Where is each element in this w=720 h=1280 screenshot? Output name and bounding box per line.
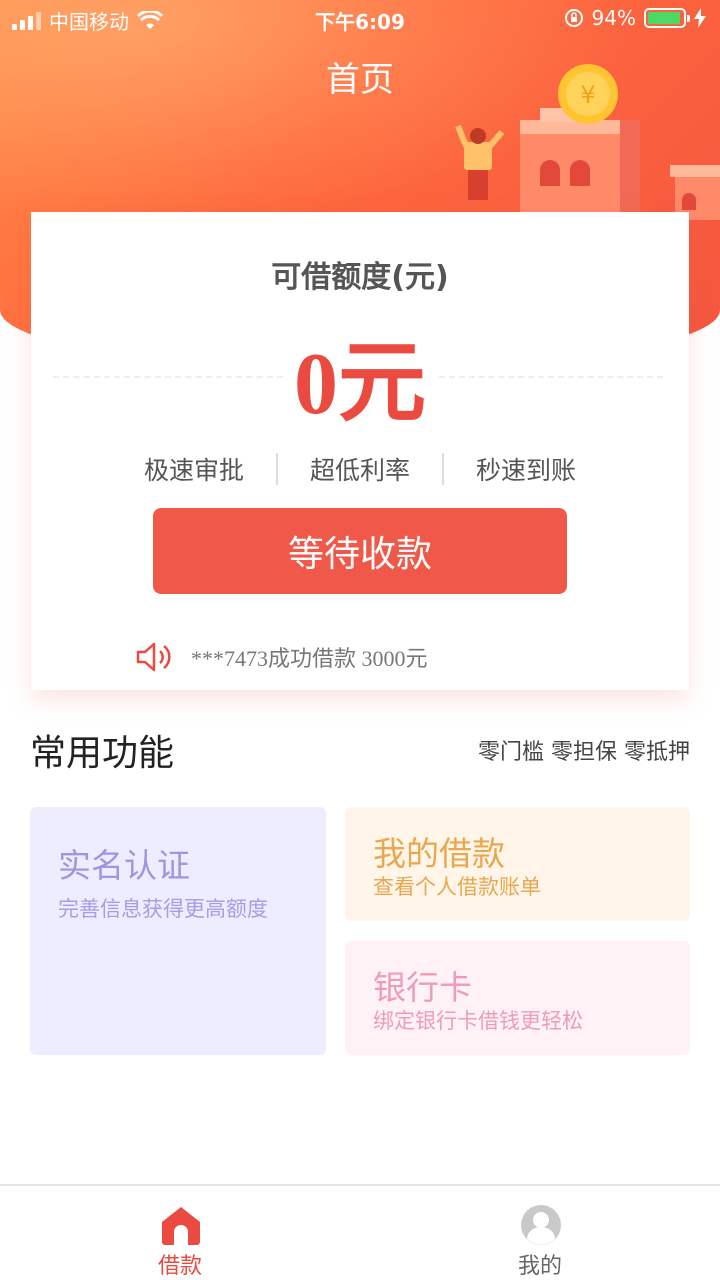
common-features-title: 常用功能	[30, 733, 175, 774]
tile-subtitle: 完善信息获得更高额度	[58, 897, 268, 921]
bottom-tab-bar: 借款 我的	[0, 1184, 720, 1280]
credit-limit-title: 可借额度(元)	[271, 260, 449, 295]
status-right: 94%	[564, 6, 706, 30]
battery-percentage: 94%	[591, 6, 636, 30]
cheering-person-figure	[455, 124, 505, 200]
feature-low-interest: 超低利率	[309, 456, 410, 485]
tab-label: 借款	[157, 1254, 202, 1279]
loan-notice-text: ***7473成功借款 3000元	[191, 646, 428, 671]
real-name-verification-tile[interactable]: 实名认证 完善信息获得更高额度	[30, 807, 326, 1055]
await-payment-button[interactable]: 等待收款	[153, 508, 567, 594]
tab-loan[interactable]: 借款	[0, 1186, 360, 1280]
bank-card-tile[interactable]: 银行卡 绑定银行卡借钱更轻松	[345, 941, 690, 1055]
feature-fast-approval: 极速审批	[143, 456, 244, 485]
tile-subtitle: 绑定银行卡借钱更轻松	[373, 1009, 583, 1033]
tab-label: 我的	[517, 1254, 562, 1279]
credit-limit-amount: 0元	[293, 336, 426, 433]
tile-title: 我的借款	[373, 834, 505, 873]
common-features-slogan: 零门槛 零担保 零抵押	[478, 740, 690, 765]
battery-icon	[644, 8, 690, 28]
home-icon	[162, 1207, 200, 1245]
building-figure	[520, 108, 640, 220]
loan-notice: ***7473成功借款 3000元	[135, 640, 428, 674]
tile-subtitle: 查看个人借款账单	[373, 875, 541, 899]
feature-list: 极速审批 超低利率 秒速到账	[31, 452, 689, 486]
credit-limit-card: 可借额度(元) 0元 极速审批 超低利率 秒速到账 等待收款 ***7473成功…	[31, 212, 689, 690]
tile-title: 实名认证	[58, 846, 190, 885]
status-bar: 中国移动 下午6:09 94%	[0, 0, 720, 38]
charging-bolt-icon	[694, 8, 706, 28]
battery-fill	[648, 12, 680, 24]
tab-mine[interactable]: 我的	[360, 1186, 720, 1280]
my-loans-tile[interactable]: 我的借款 查看个人借款账单	[345, 807, 690, 921]
speaker-icon	[136, 642, 171, 672]
page-title: 首页	[326, 60, 394, 100]
orientation-lock-icon	[564, 9, 583, 27]
feature-instant-deposit: 秒速到账	[475, 456, 576, 485]
tile-title: 银行卡	[373, 968, 472, 1007]
user-avatar-icon	[521, 1205, 561, 1245]
